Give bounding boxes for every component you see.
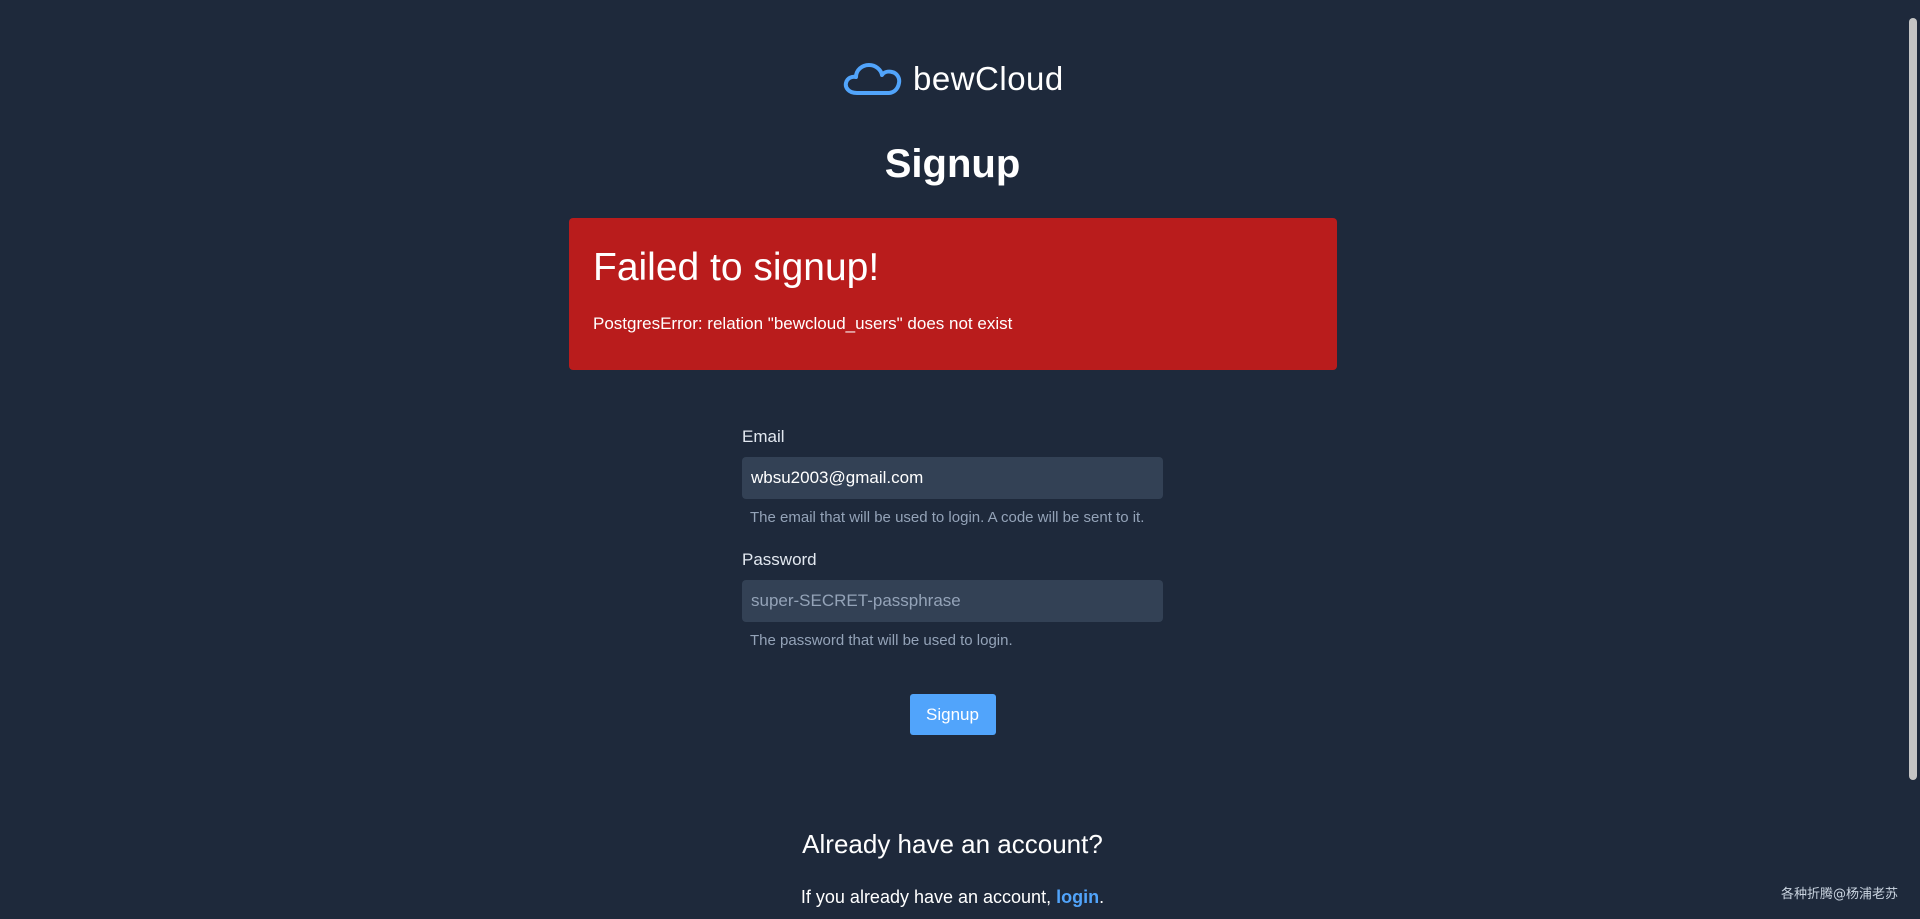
login-prompt: If you already have an account, login. bbox=[0, 887, 1905, 908]
signup-form: Email The email that will be used to log… bbox=[742, 427, 1163, 673]
login-link[interactable]: login bbox=[1056, 887, 1099, 907]
password-group: Password The password that will be used … bbox=[742, 550, 1163, 649]
submit-wrapper: Signup bbox=[0, 694, 1905, 735]
email-help-text: The email that will be used to login. A … bbox=[750, 509, 1145, 526]
watermark: 各种折腾@杨浦老苏 bbox=[1780, 887, 1898, 902]
login-prompt-suffix: . bbox=[1099, 887, 1105, 907]
email-label: Email bbox=[742, 427, 785, 446]
vertical-scrollbar[interactable] bbox=[1905, 0, 1920, 919]
cloud-icon bbox=[843, 62, 903, 96]
error-alert: Failed to signup! PostgresError: relatio… bbox=[569, 218, 1337, 370]
password-label: Password bbox=[742, 550, 817, 569]
password-field[interactable] bbox=[742, 580, 1163, 622]
email-field[interactable] bbox=[742, 457, 1163, 499]
password-help-text: The password that will be used to login. bbox=[750, 632, 1013, 649]
signup-button[interactable]: Signup bbox=[909, 694, 996, 735]
signup-page: bewCloud Signup Failed to signup! Postgr… bbox=[0, 0, 1920, 919]
already-account-heading: Already have an account? bbox=[802, 829, 1103, 859]
scrollbar-thumb[interactable] bbox=[1909, 18, 1917, 780]
login-prompt-prefix: If you already have an account, bbox=[800, 887, 1057, 907]
brand-name: bewCloud bbox=[913, 60, 1064, 97]
brand-logo[interactable]: bewCloud bbox=[843, 60, 1064, 98]
page-title: Signup bbox=[884, 142, 1021, 186]
email-group: Email The email that will be used to log… bbox=[742, 427, 1163, 526]
error-alert-message: PostgresError: relation "bewcloud_users"… bbox=[593, 314, 1013, 333]
error-alert-title: Failed to signup! bbox=[593, 246, 880, 289]
